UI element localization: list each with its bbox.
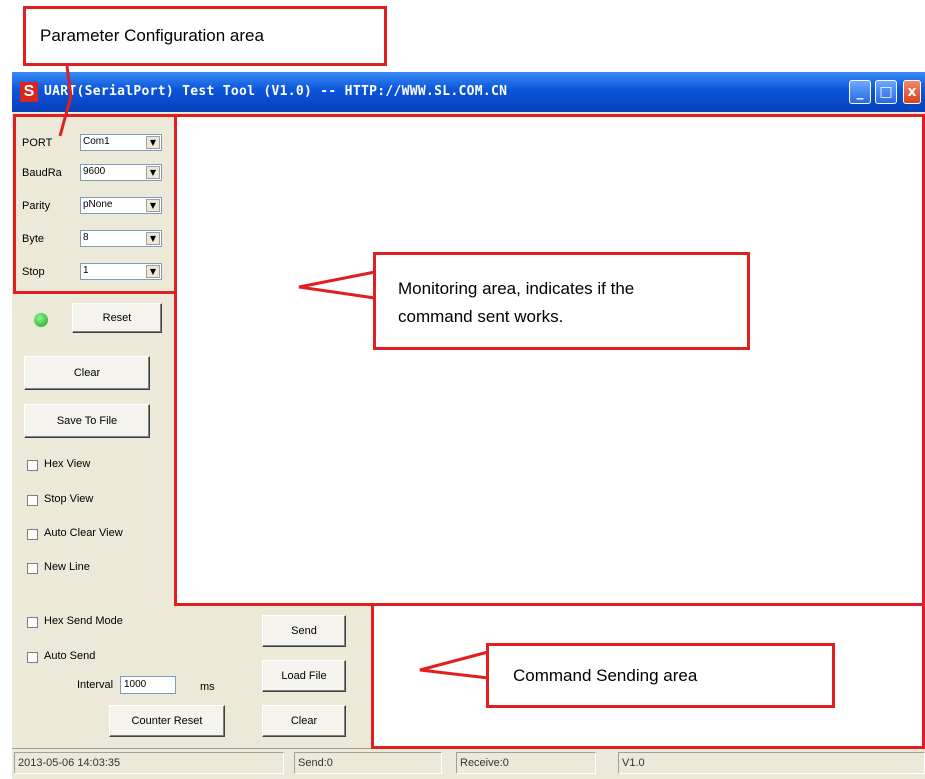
monitor-callout-line2: command sent works.	[398, 307, 564, 326]
send-arrow	[419, 650, 490, 680]
send-area-callout: Command Sending area	[486, 643, 835, 708]
param-arrow	[58, 65, 73, 137]
monitor-area-callout: Monitoring area, indicates if the comman…	[373, 252, 750, 350]
monitor-arrow	[298, 270, 377, 300]
param-area-callout: Parameter Configuration area	[23, 6, 387, 66]
monitor-callout-line1: Monitoring area, indicates if the	[398, 279, 635, 298]
